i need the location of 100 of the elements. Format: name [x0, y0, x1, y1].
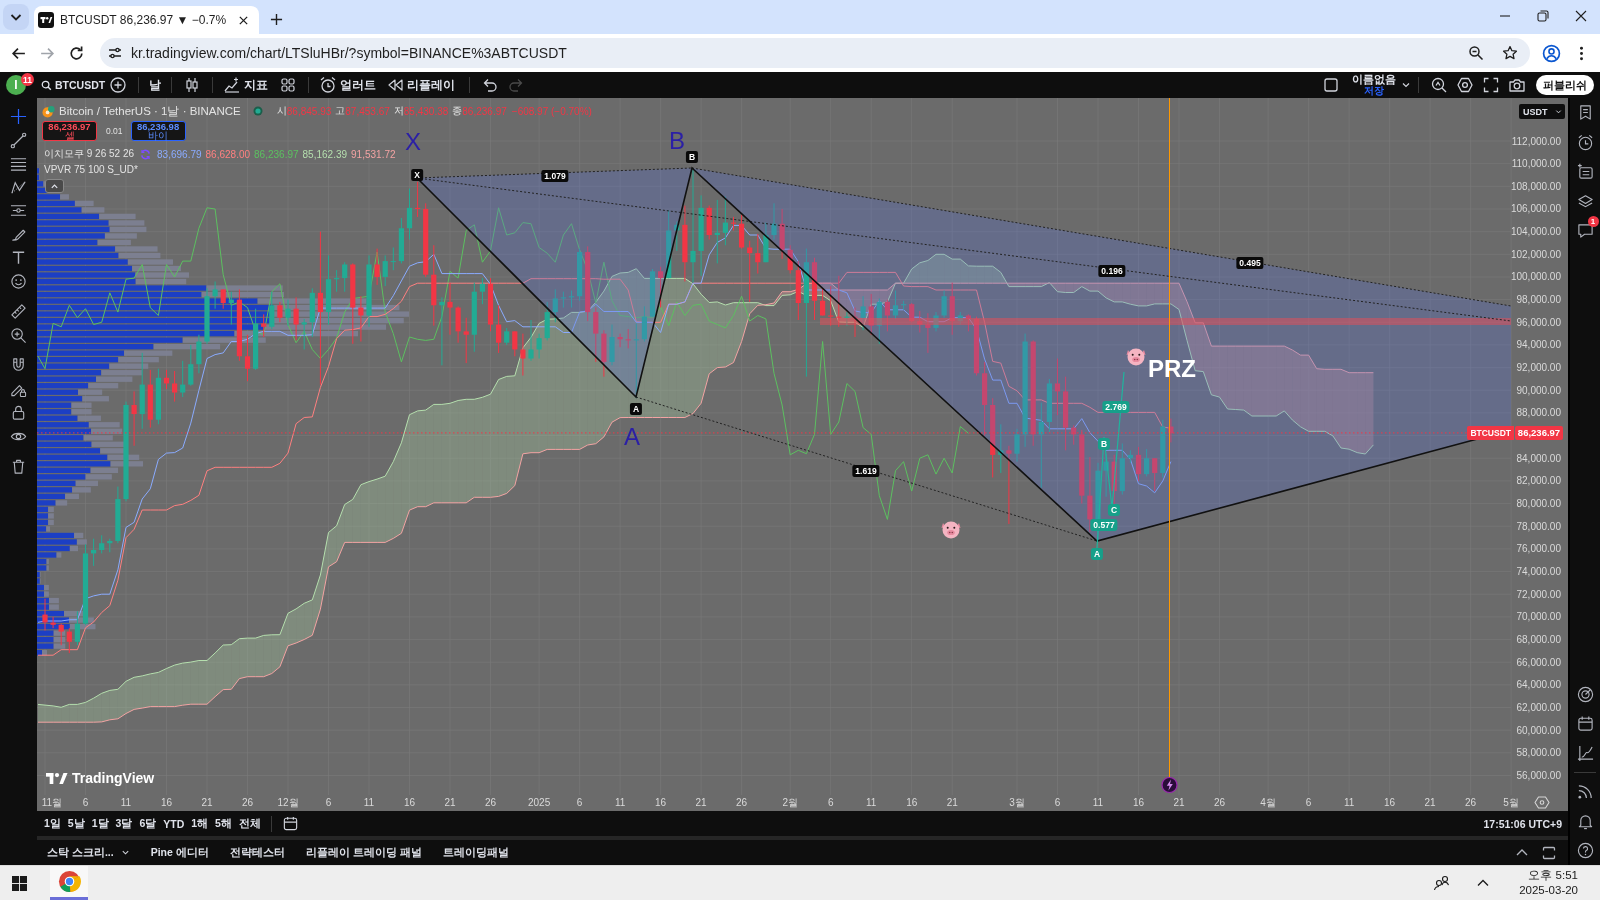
price-tick-label: 66,000.00: [1516, 656, 1561, 668]
target-icon[interactable]: [1576, 685, 1594, 703]
calendar-icon[interactable]: [1576, 715, 1594, 732]
layout-name-button[interactable]: 이름없음 저장: [1352, 74, 1396, 96]
panel-tab[interactable]: 트레이딩패널: [442, 845, 509, 860]
close-icon[interactable]: [238, 14, 250, 26]
taskbar-time[interactable]: 오후 5:51: [1528, 868, 1578, 883]
sell-button[interactable]: 86,236.97 셀: [42, 121, 97, 141]
people-icon[interactable]: [1433, 874, 1452, 892]
lock-icon[interactable]: [10, 404, 27, 421]
pattern-point-letter: X: [405, 130, 421, 154]
windows-logo-icon[interactable]: [12, 875, 27, 891]
price-tick-label: 68,000.00: [1516, 634, 1561, 645]
range-button[interactable]: 6달: [136, 814, 160, 833]
range-button[interactable]: 5해: [212, 814, 235, 833]
grid-icon[interactable]: [279, 76, 298, 94]
price-tick-label: 70,000.00: [1516, 611, 1561, 623]
lightning-icon[interactable]: [1161, 776, 1178, 794]
publish-button[interactable]: 퍼블리쉬: [1536, 75, 1594, 95]
alert-button[interactable]: 얼러트: [316, 76, 380, 94]
time-tick-label: 21: [1424, 797, 1436, 808]
collapse-button[interactable]: [45, 179, 64, 193]
site-settings-icon[interactable]: [107, 45, 123, 61]
quick-search-icon[interactable]: [1430, 76, 1448, 94]
range-button[interactable]: 5날: [64, 814, 88, 833]
crosshair-icon[interactable]: [10, 108, 27, 125]
interval-button[interactable]: 날: [146, 77, 165, 93]
price-tick-label: 96,000.00: [1516, 316, 1561, 328]
parallel-lines-icon[interactable]: [10, 155, 27, 172]
notification-badge: 11: [21, 73, 34, 86]
range-button[interactable]: YTD: [160, 815, 188, 832]
price-tick-label: 82,000.00: [1516, 475, 1561, 487]
layers-icon[interactable]: [1576, 192, 1594, 210]
help-icon[interactable]: [1576, 842, 1594, 859]
trend-line-icon[interactable]: [10, 131, 27, 149]
range-button[interactable]: 1일: [41, 814, 64, 833]
replay-button[interactable]: 리플레이: [383, 76, 459, 94]
time-tick-label: 11: [363, 797, 375, 808]
time-tick-label: 26: [1213, 797, 1226, 808]
text-tool-icon[interactable]: [10, 249, 27, 266]
time-tick-label: 16: [403, 797, 416, 808]
star-icon[interactable]: [1502, 45, 1518, 61]
camera-icon[interactable]: [1508, 76, 1526, 94]
price-tick-label: 108,000.00: [1510, 180, 1561, 192]
alarm-clock-icon[interactable]: [1576, 133, 1594, 151]
symbol-title[interactable]: Bitcoin / TetherUS · 1날 · BINANCE: [59, 103, 241, 119]
chat-icon[interactable]: [1576, 222, 1594, 239]
browser-tab[interactable]: BTCUSDT 86,236.97 ▼ −0.7%: [34, 6, 260, 34]
fullscreen-icon[interactable]: [1482, 76, 1500, 94]
signal-icon[interactable]: [1576, 783, 1594, 800]
trash-icon[interactable]: [10, 458, 27, 475]
range-button[interactable]: 전체: [235, 814, 264, 833]
time-tick-label: 11: [1092, 797, 1104, 808]
time-tick-label: 21: [444, 797, 456, 808]
panel-tab[interactable]: 전략테스터: [229, 845, 285, 860]
time-tick-label: 21: [1173, 797, 1185, 808]
time-tick-label: 12월: [277, 797, 299, 808]
maximize-icon[interactable]: [1541, 844, 1557, 861]
ruler-icon[interactable]: [10, 303, 27, 320]
price-tick-label: 60,000.00: [1516, 724, 1561, 736]
time-tick-label: 11: [614, 797, 626, 808]
address-bar[interactable]: kr.tradingview.com/chart/LTSluHBr/?symbol=BINANCE%3ABTCUSDT: [100, 38, 1530, 68]
caret-icon: [120, 848, 130, 857]
line-chart-icon[interactable]: [1576, 744, 1594, 762]
currency-dropdown[interactable]: USDT: [1519, 104, 1565, 119]
buy-button[interactable]: 86,236.98 바이: [130, 121, 186, 141]
indicator-name[interactable]: VPVR 75 100 S_UD*: [44, 164, 138, 175]
list-plus-icon[interactable]: [1576, 163, 1594, 180]
range-button[interactable]: 3달: [112, 814, 136, 833]
taskbar-date[interactable]: 2025-03-20: [1519, 883, 1578, 898]
clock-label[interactable]: 17:51:06 UTC+9: [1483, 817, 1562, 830]
caret-icon[interactable]: [1401, 80, 1411, 90]
undo-icon[interactable]: [481, 76, 500, 94]
time-tick-label: 16: [1384, 797, 1396, 808]
range-button[interactable]: 1해: [188, 814, 212, 833]
add-symbol-icon[interactable]: [109, 76, 128, 94]
new-tab-icon[interactable]: [270, 13, 284, 26]
calendar-icon[interactable]: [281, 815, 299, 832]
time-tick-label: 16: [906, 797, 918, 808]
panel-tab[interactable]: 스탁 스크리...: [47, 845, 130, 860]
square-icon[interactable]: [1322, 76, 1340, 94]
indicators-button[interactable]: 지표: [220, 76, 272, 94]
pattern-tag: 2.769: [1102, 401, 1130, 413]
tab-list-button[interactable]: [3, 4, 29, 30]
smiley-icon[interactable]: [10, 272, 27, 290]
settings-icon[interactable]: [1456, 76, 1474, 94]
time-tick-label: 6: [827, 797, 834, 808]
panel-tab[interactable]: 리플레이 트레이딩 패널: [305, 845, 422, 860]
zoom-in-icon[interactable]: [10, 326, 27, 344]
restore-icon[interactable]: [1537, 10, 1549, 22]
range-lines-icon[interactable]: [10, 202, 27, 219]
taskbar-browser-button[interactable]: [50, 866, 88, 900]
bell-icon[interactable]: [1576, 812, 1594, 830]
zoom-out-icon[interactable]: [1468, 45, 1484, 61]
close-icon[interactable]: [1575, 10, 1587, 22]
symbol-search-button[interactable]: BTCUSDT: [41, 79, 106, 91]
indicator-name[interactable]: 이치모쿠 9 26 52 26: [44, 147, 135, 161]
panel-tab[interactable]: Pine 에디터: [150, 845, 209, 860]
range-button[interactable]: 1달: [88, 814, 112, 833]
magnet-icon[interactable]: [10, 357, 27, 374]
